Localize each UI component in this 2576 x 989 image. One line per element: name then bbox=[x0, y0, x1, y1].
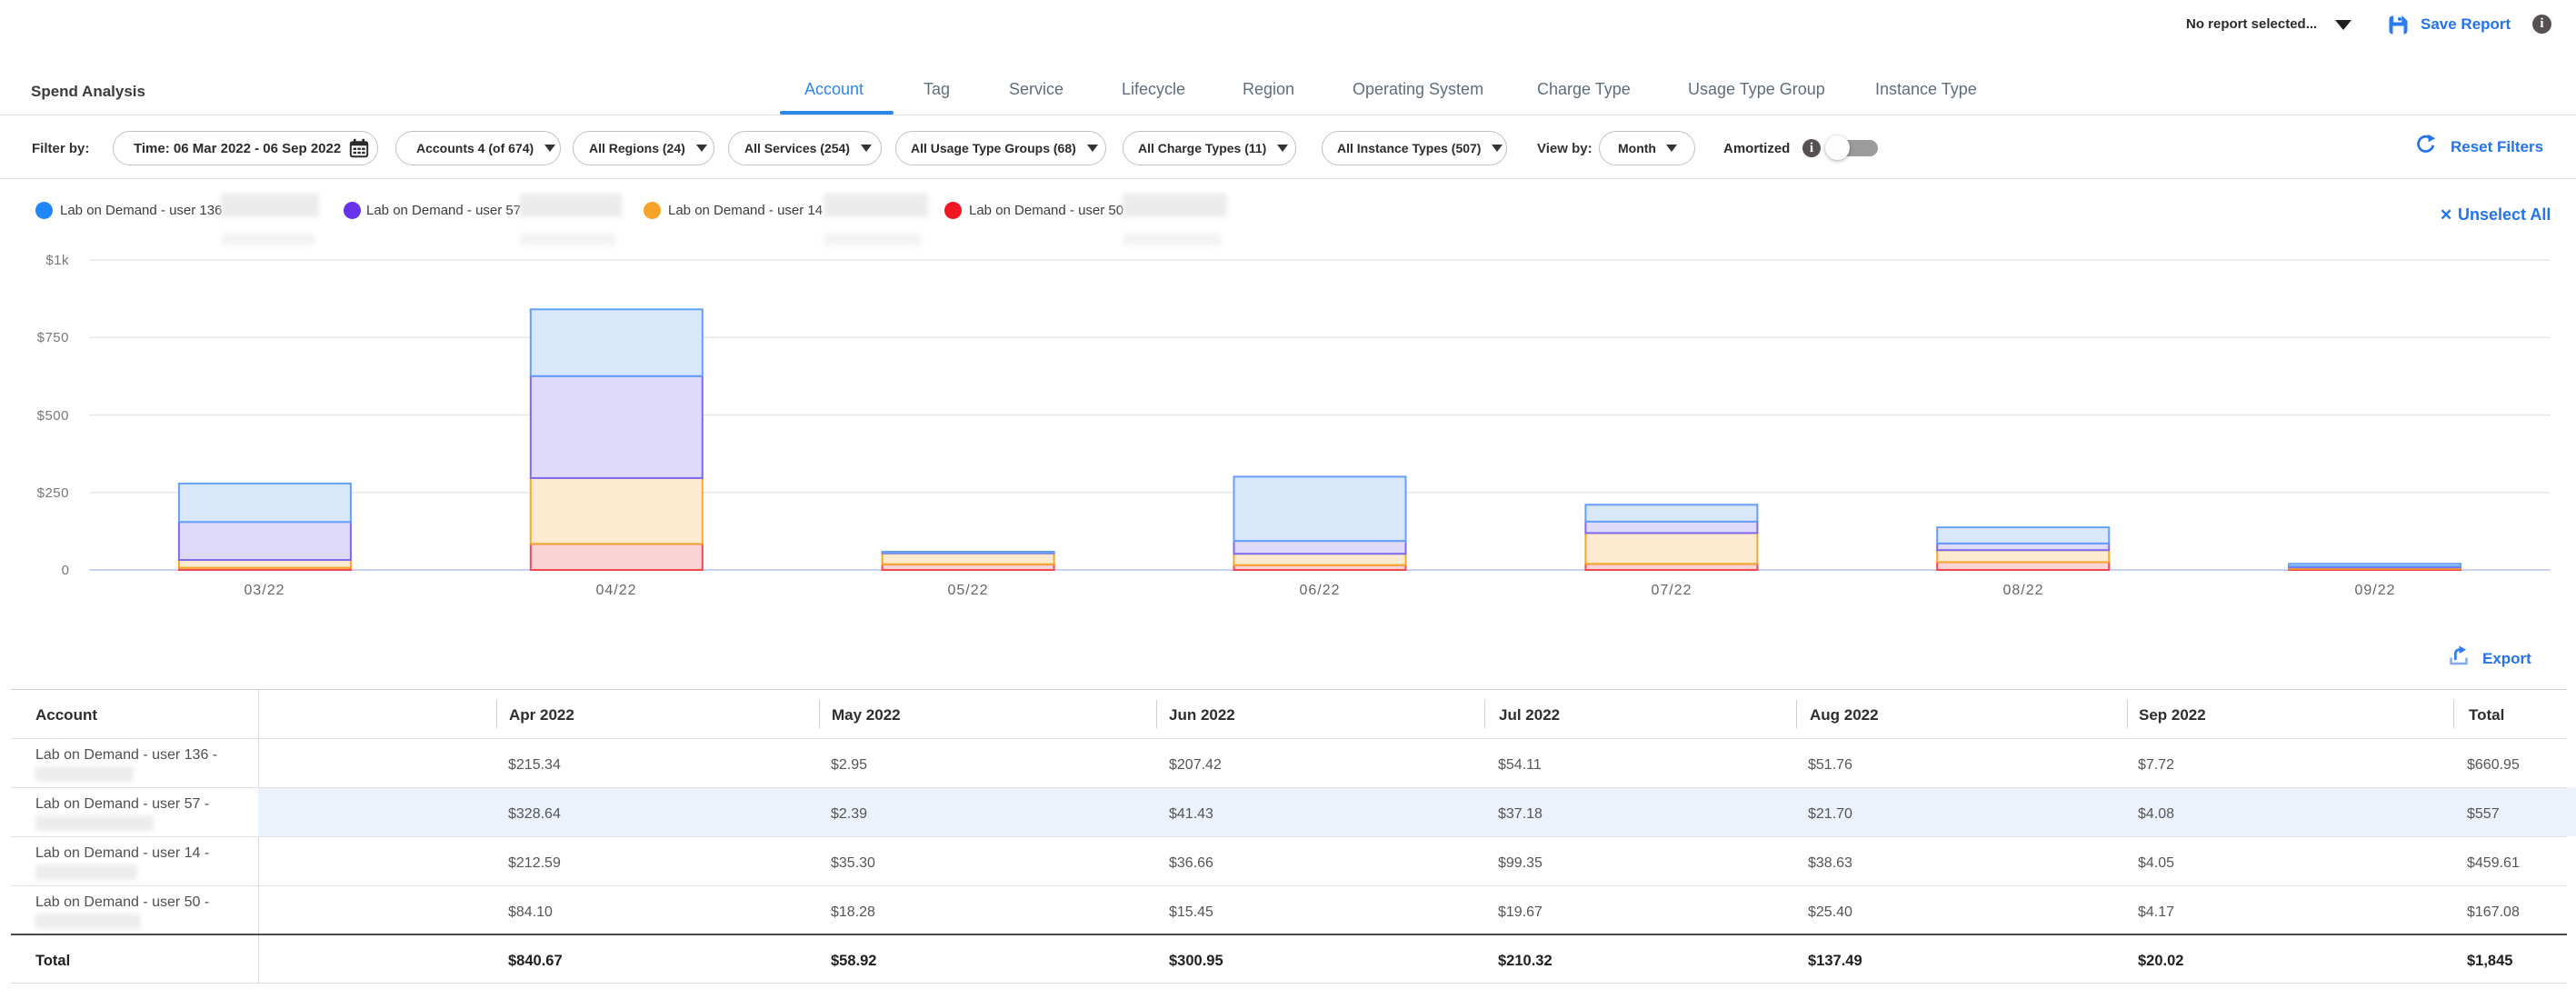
svg-text:06/22: 06/22 bbox=[1299, 583, 1340, 598]
svg-text:08/22: 08/22 bbox=[2002, 583, 2043, 598]
svg-text:07/22: 07/22 bbox=[1651, 583, 1692, 598]
svg-text:03/22: 03/22 bbox=[244, 583, 285, 598]
svg-text:$250: $250 bbox=[37, 485, 69, 501]
svg-text:0: 0 bbox=[62, 563, 69, 578]
svg-text:04/22: 04/22 bbox=[595, 583, 636, 598]
svg-text:$500: $500 bbox=[37, 408, 69, 424]
svg-text:09/22: 09/22 bbox=[2354, 583, 2395, 598]
svg-text:$1k: $1k bbox=[45, 253, 69, 268]
svg-text:$750: $750 bbox=[37, 330, 69, 345]
svg-text:05/22: 05/22 bbox=[947, 583, 988, 598]
